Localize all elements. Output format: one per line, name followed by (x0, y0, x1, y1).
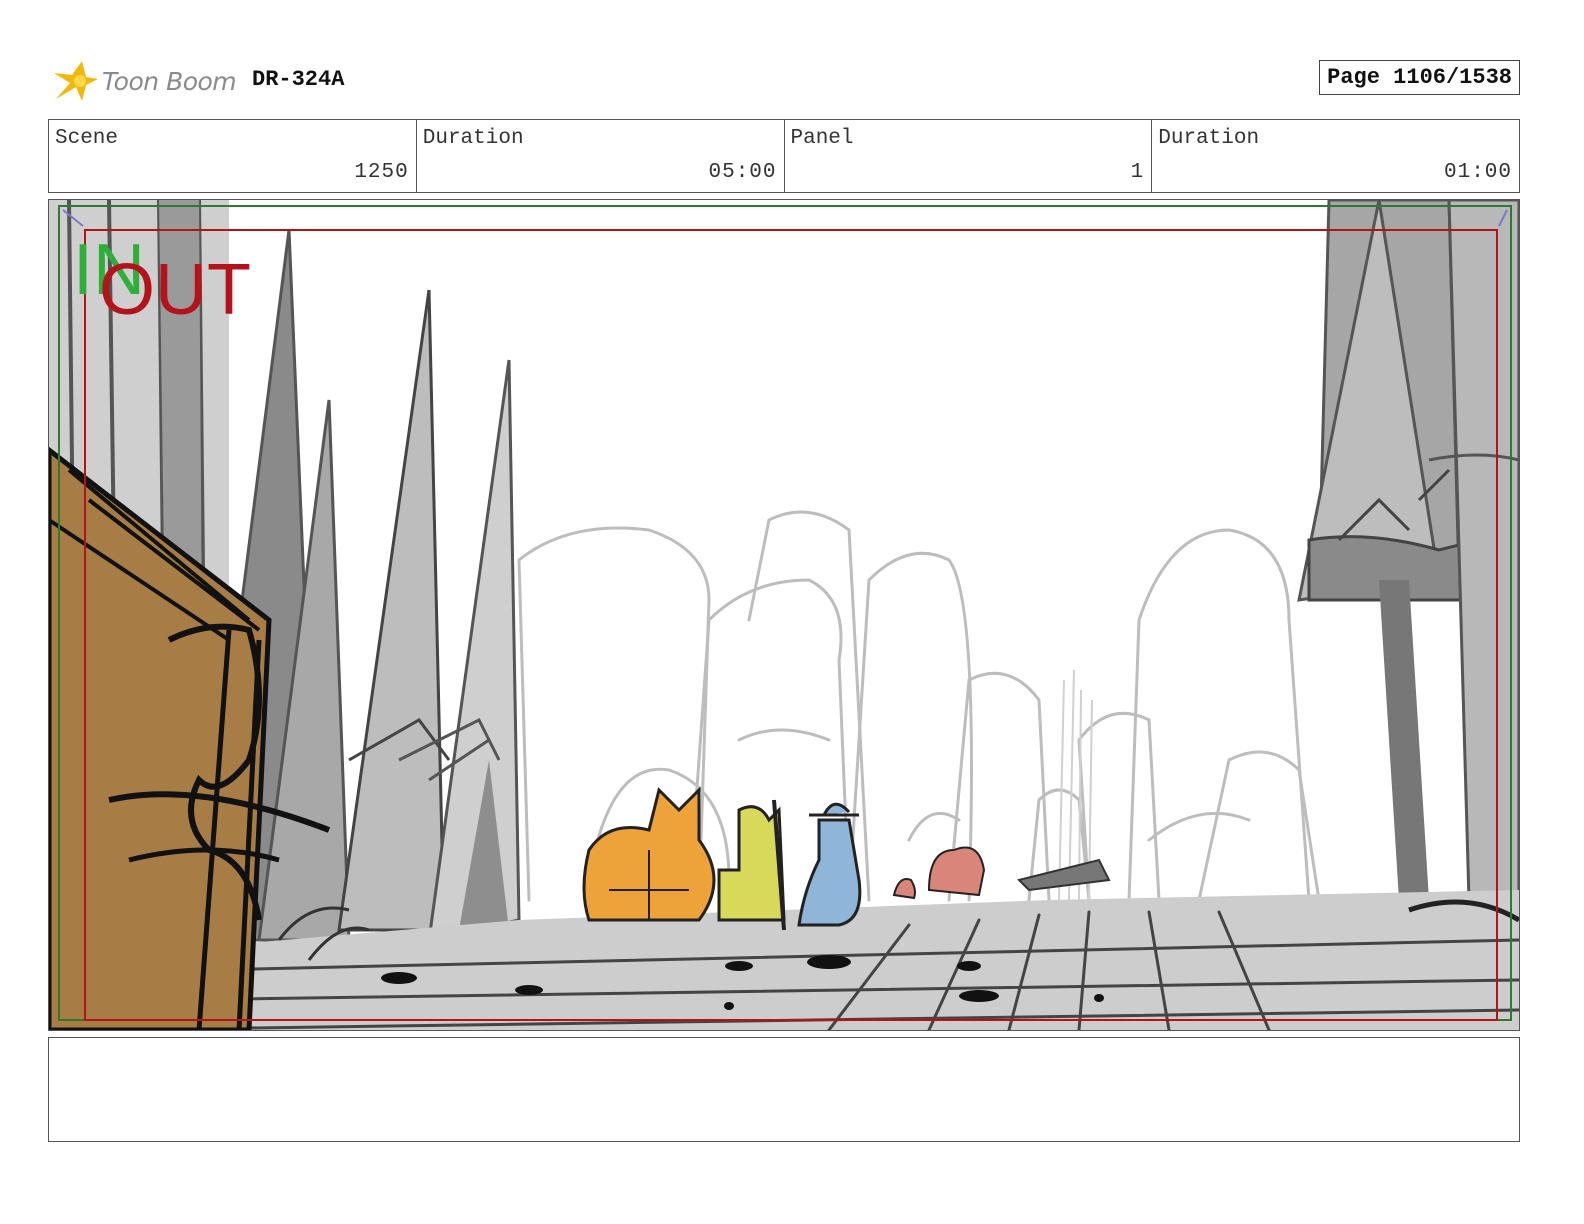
starburst-icon (54, 61, 98, 101)
character-orange (582, 786, 716, 922)
logo-text: Toon Boom (102, 66, 237, 96)
storyboard-header: Toon Boom DR-324A Page 1106/1538 (52, 56, 1536, 106)
crate-body (49, 446, 272, 1030)
scene-cell: Scene 1250 (49, 120, 417, 192)
panel-duration-cell: Duration 01:00 (1152, 120, 1519, 192)
character-pink (892, 846, 986, 900)
scene-duration-label: Duration (422, 127, 524, 150)
panel-label: Panel (790, 127, 854, 150)
scene-value: 1250 (354, 161, 409, 184)
page-indicator: Page 1106/1538 (1319, 60, 1520, 95)
scene-duration-cell: Duration 05:00 (417, 120, 785, 192)
character-blue (797, 802, 862, 927)
toon-boom-logo: Toon Boom (52, 56, 237, 106)
scene-info-row: Scene 1250 Duration 05:00 Panel 1 Durati… (48, 119, 1520, 193)
panel-duration-label: Duration (1158, 127, 1260, 150)
panel-duration-value: 01:00 (1443, 161, 1512, 184)
scene-duration-value: 05:00 (708, 161, 777, 184)
panel-cell: Panel 1 (785, 120, 1153, 192)
scene-label: Scene (55, 127, 119, 150)
panel-sketch: IN OUT (49, 200, 1519, 1030)
panel-notes-box (48, 1037, 1520, 1142)
storyboard-panel-frame: IN OUT (48, 199, 1520, 1031)
right-trees (1297, 200, 1519, 902)
out-marker: OUT (99, 250, 251, 330)
panel-value: 1 (1130, 161, 1145, 184)
project-code: DR-324A (252, 67, 345, 92)
